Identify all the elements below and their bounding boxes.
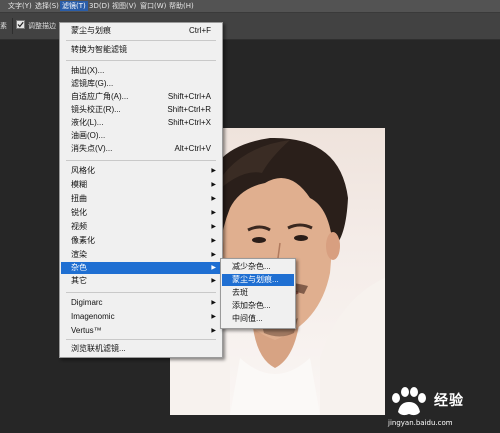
menu-separator <box>66 339 216 340</box>
submenu-arrow-icon: ▶ <box>211 182 216 188</box>
menu-item-other[interactable]: 其它 ▶ <box>61 275 221 287</box>
menu-item-vanishing-point[interactable]: 消失点(V)... Alt+Ctrl+V <box>61 143 221 155</box>
menu-item-browse-filters-online[interactable]: 浏览联机滤镜... <box>61 343 221 355</box>
submenu-item-label: 去斑 <box>232 288 248 297</box>
watermark-brand: 经验 <box>434 393 464 409</box>
submenu-item-despeckle[interactable]: 去斑 <box>222 287 294 299</box>
menu-3d[interactable]: 3D(D) <box>87 1 112 11</box>
submenu-arrow-icon: ▶ <box>211 314 216 320</box>
submenu-item-dust-scratches[interactable]: 蒙尘与划痕... <box>222 274 294 286</box>
menu-item-shortcut: Shift+Ctrl+A <box>167 92 211 101</box>
menu-item-adaptive-wide-angle[interactable]: 自适应广角(A)... Shift+Ctrl+A <box>61 91 221 103</box>
menu-item-label: 锐化 <box>71 208 87 217</box>
submenu-item-add-noise[interactable]: 添加杂色... <box>222 300 294 312</box>
options-left-label: 素 <box>0 22 7 30</box>
menu-item-render[interactable]: 渲染 ▶ <box>61 249 221 261</box>
menu-item-distort[interactable]: 扭曲 ▶ <box>61 193 221 205</box>
menu-item-sharpen[interactable]: 锐化 ▶ <box>61 207 221 219</box>
submenu-item-label: 中间值... <box>232 314 263 323</box>
menu-item-shortcut: Ctrl+F <box>189 26 211 35</box>
submenu-arrow-icon: ▶ <box>211 328 216 334</box>
menu-item-filter-gallery[interactable]: 滤镜库(G)... <box>61 78 221 90</box>
baidu-paw-icon <box>392 387 426 416</box>
menu-item-shortcut: Shift+Ctrl+X <box>167 118 211 127</box>
menu-item-convert-smart-filter[interactable]: 转换为智能滤镜 <box>61 44 221 56</box>
submenu-arrow-icon: ▶ <box>211 196 216 202</box>
submenu-arrow-icon: ▶ <box>211 210 216 216</box>
menu-item-label: Imagenomic <box>71 312 115 321</box>
refine-stroke-label: 调整描边 <box>28 22 56 30</box>
menu-bar: 文字(Y) 选择(S) 滤镜(T) 3D(D) 视图(V) 窗口(W) 帮助(H… <box>0 0 500 13</box>
menu-item-oil-paint[interactable]: 油画(O)... <box>61 130 221 142</box>
menu-view[interactable]: 视图(V) <box>110 1 138 11</box>
menu-item-shortcut: Alt+Ctrl+V <box>174 144 211 153</box>
menu-separator <box>66 160 216 161</box>
menu-item-label: 液化(L)... <box>71 118 104 127</box>
menu-item-noise[interactable]: 杂色 ▶ <box>61 262 221 274</box>
noise-submenu: 减少杂色... 蒙尘与划痕... 去斑 添加杂色... 中间值... <box>220 258 296 329</box>
menu-item-label: Digimarc <box>71 298 103 307</box>
submenu-arrow-icon: ▶ <box>211 265 216 271</box>
menu-item-lens-correction[interactable]: 镜头校正(R)... Shift+Ctrl+R <box>61 104 221 116</box>
menu-item-label: 转换为智能滤镜 <box>71 45 127 54</box>
menu-select[interactable]: 选择(S) <box>33 1 61 11</box>
menu-item-label: 镜头校正(R)... <box>71 105 121 114</box>
menu-item-label: 自适应广角(A)... <box>71 92 129 101</box>
submenu-arrow-icon: ▶ <box>211 224 216 230</box>
menu-item-imagenomic[interactable]: Imagenomic ▶ <box>61 311 221 323</box>
menu-item-extract[interactable]: 抽出(X)... <box>61 65 221 77</box>
refine-stroke-checkbox[interactable] <box>16 20 25 29</box>
menu-separator <box>66 292 216 293</box>
menu-item-label: 消失点(V)... <box>71 144 113 153</box>
menu-item-label: 浏览联机滤镜... <box>71 344 126 353</box>
menu-item-label: 蒙尘与划痕 <box>71 26 111 35</box>
menu-item-label: 模糊 <box>71 180 87 189</box>
filter-menu: 蒙尘与划痕 Ctrl+F 转换为智能滤镜 抽出(X)... 滤镜库(G)... … <box>59 22 223 358</box>
submenu-item-label: 蒙尘与划痕... <box>232 275 279 284</box>
menu-item-liquify[interactable]: 液化(L)... Shift+Ctrl+X <box>61 117 221 129</box>
menu-item-video[interactable]: 视频 ▶ <box>61 221 221 233</box>
menu-separator <box>66 40 216 41</box>
submenu-item-label: 添加杂色... <box>232 301 271 310</box>
submenu-arrow-icon: ▶ <box>211 278 216 284</box>
menu-item-pixelate[interactable]: 像素化 ▶ <box>61 235 221 247</box>
menu-item-label: 油画(O)... <box>71 131 106 140</box>
submenu-arrow-icon: ▶ <box>211 238 216 244</box>
menu-item-digimarc[interactable]: Digimarc ▶ <box>61 297 221 309</box>
menu-window[interactable]: 窗口(W) <box>138 1 168 11</box>
submenu-arrow-icon: ▶ <box>211 300 216 306</box>
menu-item-label: 扭曲 <box>71 194 87 203</box>
baidu-jingyan-watermark: 经验 jingyan.baidu.com <box>384 384 496 430</box>
menu-item-label: 渲染 <box>71 250 87 259</box>
menu-type[interactable]: 文字(Y) <box>6 1 34 11</box>
menu-item-shortcut: Shift+Ctrl+R <box>167 105 211 114</box>
watermark-url: jingyan.baidu.com <box>388 419 453 427</box>
menu-item-label: 滤镜库(G)... <box>71 79 114 88</box>
menu-separator <box>66 60 216 61</box>
menu-help[interactable]: 帮助(H) <box>167 1 196 11</box>
options-divider <box>12 18 13 34</box>
menu-item-label: 杂色 <box>71 263 87 272</box>
submenu-item-reduce-noise[interactable]: 减少杂色... <box>222 261 294 273</box>
menu-item-label: 其它 <box>71 276 87 285</box>
submenu-arrow-icon: ▶ <box>211 168 216 174</box>
submenu-arrow-icon: ▶ <box>211 252 216 258</box>
menu-item-label: 抽出(X)... <box>71 66 105 75</box>
menu-item-label: 视频 <box>71 222 87 231</box>
menu-item-stylize[interactable]: 风格化 ▶ <box>61 165 221 177</box>
menu-item-dust-scratches-last[interactable]: 蒙尘与划痕 Ctrl+F <box>61 25 221 37</box>
menu-item-label: 像素化 <box>71 236 95 245</box>
submenu-item-median[interactable]: 中间值... <box>222 313 294 325</box>
menu-item-label: Vertus™ <box>71 326 102 335</box>
submenu-item-label: 减少杂色... <box>232 262 271 271</box>
menu-item-label: 风格化 <box>71 166 95 175</box>
menu-filter[interactable]: 滤镜(T) <box>60 1 88 11</box>
menu-item-vertus[interactable]: Vertus™ ▶ <box>61 325 221 337</box>
menu-item-blur[interactable]: 模糊 ▶ <box>61 179 221 191</box>
